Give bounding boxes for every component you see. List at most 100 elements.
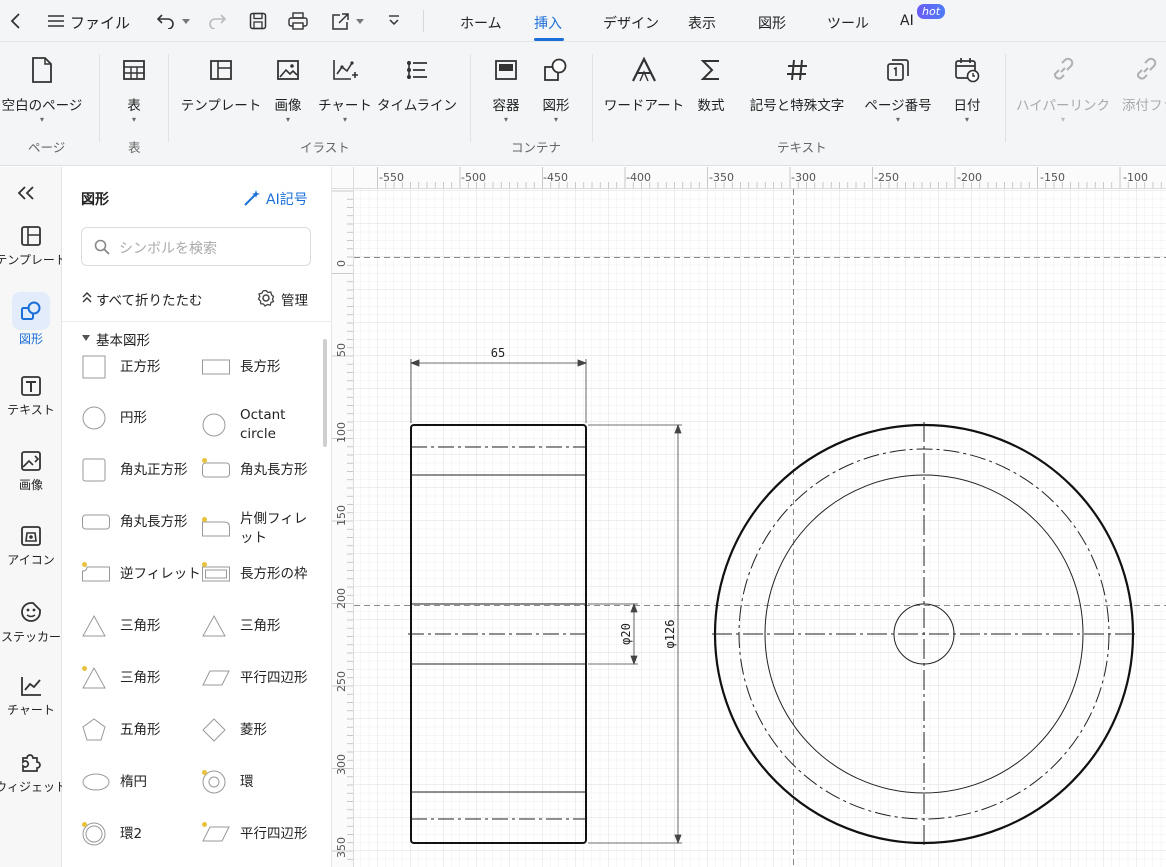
sigma-icon [700,52,722,88]
shape-item[interactable]: Octant circle [202,406,320,444]
print-icon[interactable] [287,11,309,31]
shape-item[interactable]: 三角形 [202,614,281,638]
shape-item-label: 角丸正方形 [120,461,188,478]
canvas-svg[interactable]: -550 -500 -450 -400 -350 -300 -250 -200 … [332,167,1166,867]
nav-shapes[interactable]: 図形 [0,292,62,347]
drawing-canvas[interactable]: -550 -500 -450 -400 -350 -300 -250 -200 … [332,167,1166,867]
ruler-top-label: -250 [874,171,899,184]
more-chevron-icon[interactable] [386,13,402,29]
category-expand-icon[interactable] [81,333,91,343]
shape-thumbnail-icon [202,355,230,379]
hyperlink-button[interactable]: ハイパーリンク ▾ [1016,52,1110,124]
shape-item[interactable]: 環2 [82,822,142,846]
redo-icon[interactable] [207,11,227,31]
ruler-left-label: 350 [335,837,348,858]
shape-item[interactable]: 平行四辺形 [202,666,308,690]
manage-button[interactable]: 管理 [281,289,308,309]
tab-ai[interactable]: AI [900,13,914,29]
front-view-drawing[interactable] [712,422,1136,846]
shape-item[interactable]: 平行四辺形 [202,822,308,846]
insert-ribbon: 空白のページ ▾ 表 ▾ テンプレート 画像 ▾ チャート ▾ タイムライン 容… [0,42,1166,166]
export-icon[interactable] [330,11,352,31]
nav-sticker[interactable]: ステッカー [0,600,62,645]
collapse-all-icon[interactable] [81,290,93,304]
shape-item[interactable]: 長方形 [202,355,281,379]
search-placeholder: シンボルを検索 [119,241,217,257]
panel-title: 図形 [81,192,109,208]
wordart-button[interactable]: ワードアート [604,52,684,114]
container-button[interactable]: 容器 ▾ [486,52,526,124]
shape-item[interactable]: 三角形 [82,666,161,690]
link-icon [1050,52,1076,88]
ruler-top-label: -200 [957,171,982,184]
undo-dropdown-icon[interactable] [181,16,191,26]
file-menu[interactable]: ファイル [70,12,130,33]
chart-icon [21,677,41,696]
shape-item[interactable]: 角丸正方形 [82,458,188,482]
shape-thumbnail-icon [82,406,110,430]
shapes-button[interactable]: 図形 ▾ [536,52,576,124]
group-label-page: ページ [28,140,66,155]
page-number-button[interactable]: ページ番号 ▾ [862,52,934,124]
tab-insert[interactable]: 挿入 [534,13,562,33]
date-button[interactable]: 日付 ▾ [947,52,987,124]
shape-item[interactable]: 三角形 [82,614,161,638]
gear-icon[interactable] [256,288,276,308]
shape-thumbnail-icon [202,666,230,690]
tab-home[interactable]: ホーム [460,13,502,33]
image-button[interactable]: 画像 ▾ [268,52,308,124]
menu-icon[interactable] [46,12,66,30]
undo-icon[interactable] [156,11,176,31]
tab-design[interactable]: デザイン [603,13,659,33]
table-button[interactable]: 表 ▾ [112,52,156,124]
shape-item[interactable]: 逆フィレット [82,562,201,586]
shape-item[interactable]: 片側フィレット [202,510,320,548]
symbols-button[interactable]: 記号と特殊文字 [744,52,850,114]
attachment-button[interactable]: 添付ファ [1118,52,1166,114]
nav-text[interactable]: テキスト [0,375,62,418]
shape-item[interactable]: 楕円 [82,770,147,794]
shape-item[interactable]: 角丸長方形 [202,458,308,482]
shape-item[interactable]: 菱形 [202,718,267,742]
tab-view[interactable]: 表示 [688,13,716,33]
shape-thumbnail-icon [202,614,230,638]
shape-item[interactable]: 角丸長方形 [82,510,188,534]
search-input[interactable]: シンボルを検索 [81,227,311,266]
chart-button[interactable]: チャート ▾ [318,52,372,124]
timeline-button[interactable]: タイムライン [377,52,457,114]
shape-item-label: 角丸長方形 [240,461,308,478]
nav-image[interactable]: 画像 [0,450,62,493]
tab-shapes[interactable]: 図形 [758,13,786,33]
formula-button[interactable]: 数式 [691,52,731,114]
save-icon[interactable] [248,11,268,31]
collapse-all-button[interactable]: すべて折りたたむ [96,289,203,309]
category-basic-shapes[interactable]: 基本図形 [96,329,150,349]
shape-item-label: 三角形 [240,617,281,634]
shape-item[interactable]: 正方形 [82,355,161,379]
nav-chart[interactable]: チャート [0,675,62,718]
export-dropdown-icon[interactable] [355,16,365,26]
shape-item[interactable]: 円形 [82,406,147,430]
ruler-top-label: -100 [1123,171,1148,184]
ai-magic-icon[interactable] [242,189,262,207]
ai-symbol-button[interactable]: AI記号 [266,189,308,209]
nav-widget[interactable]: ウィジェット [0,750,67,795]
panel-scrollbar[interactable] [323,339,327,447]
shape-thumbnail-icon [82,355,110,379]
blank-page-button[interactable]: 空白のページ ▾ [2,52,82,124]
nav-icons[interactable]: アイコン [0,525,62,568]
template-button[interactable]: テンプレート [181,52,261,114]
ruler-top-label: -150 [1040,171,1065,184]
back-icon[interactable] [6,10,26,32]
blank-page-icon [31,52,53,88]
text-icon [21,376,41,396]
shape-item-label: 平行四辺形 [240,669,308,686]
collapse-sidebar-icon[interactable] [14,181,38,205]
group-label-illustration: イラスト [300,140,350,155]
shape-item[interactable]: 環 [202,770,254,794]
nav-template[interactable]: テンプレート [0,225,67,268]
shape-item[interactable]: 長方形の枠 [202,562,308,586]
shape-item[interactable]: 五角形 [82,718,161,742]
shape-thumbnail-icon [82,666,110,690]
tab-tools[interactable]: ツール [827,13,869,33]
